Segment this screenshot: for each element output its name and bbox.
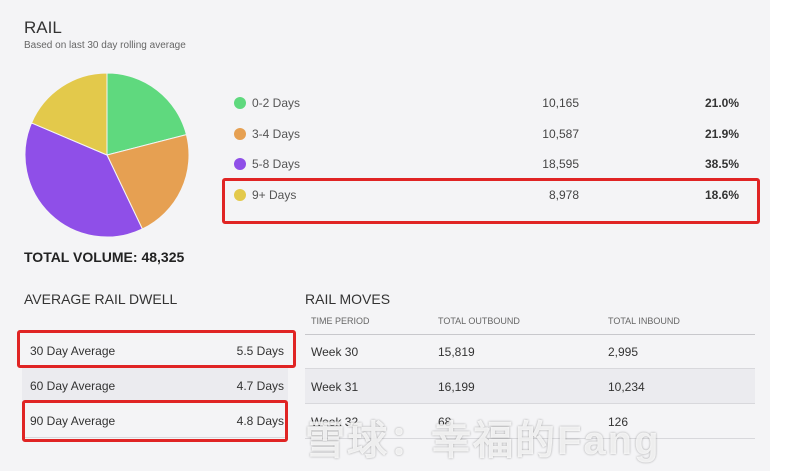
highlight-box-30-day: [17, 330, 296, 368]
moves-table-header: TIME PERIOD TOTAL OUTBOUND TOTAL INBOUND: [305, 316, 755, 335]
highlight-box-9-plus-days: [222, 178, 760, 224]
dwell-heading: AVERAGE RAIL DWELL: [24, 291, 178, 307]
legend-percent: 21.0%: [704, 96, 739, 110]
legend-row-3-4-days: 3-4 Days 10,587 21.9%: [222, 119, 762, 149]
col-time-period: TIME PERIOD: [311, 316, 370, 326]
moves-heading: RAIL MOVES: [305, 291, 391, 307]
page-title: RAIL: [24, 18, 62, 37]
total-volume: TOTAL VOLUME: 48,325: [24, 249, 185, 265]
col-total-outbound: TOTAL OUTBOUND: [438, 316, 520, 326]
dwell-row-60-day: 60 Day Average 4.7 Days: [22, 368, 288, 403]
page-margin: [770, 0, 800, 471]
cell-period: Week 30: [311, 345, 359, 359]
page-subtitle: Based on last 30 day rolling average: [24, 40, 186, 51]
table-row: Week 31 16,199 10,234: [305, 369, 755, 404]
cell-outbound: 15,819: [438, 345, 475, 359]
legend-row-0-2-days: 0-2 Days 10,165 21.0%: [222, 88, 762, 118]
dwell-name: 60 Day Average: [30, 379, 116, 393]
legend-row-5-8-days: 5-8 Days 18,595 38.5%: [222, 149, 762, 179]
legend-percent: 21.9%: [704, 127, 739, 141]
cell-inbound: 10,234: [608, 380, 645, 394]
cell-period: Week 31: [311, 380, 359, 394]
volume-pie-chart: [24, 72, 190, 238]
col-total-inbound: TOTAL INBOUND: [608, 316, 680, 326]
table-row: Week 30 15,819 2,995: [305, 334, 755, 369]
rail-panel: RAIL Based on last 30 day rolling averag…: [0, 0, 770, 471]
cell-inbound: 2,995: [608, 345, 639, 359]
dwell-days: 4.7 Days: [236, 379, 284, 393]
watermark: 雪球：幸福的Fang: [305, 419, 661, 463]
cell-outbound: 16,199: [438, 380, 475, 394]
highlight-box-90-day: [22, 400, 288, 442]
legend-percent: 38.5%: [704, 157, 739, 171]
